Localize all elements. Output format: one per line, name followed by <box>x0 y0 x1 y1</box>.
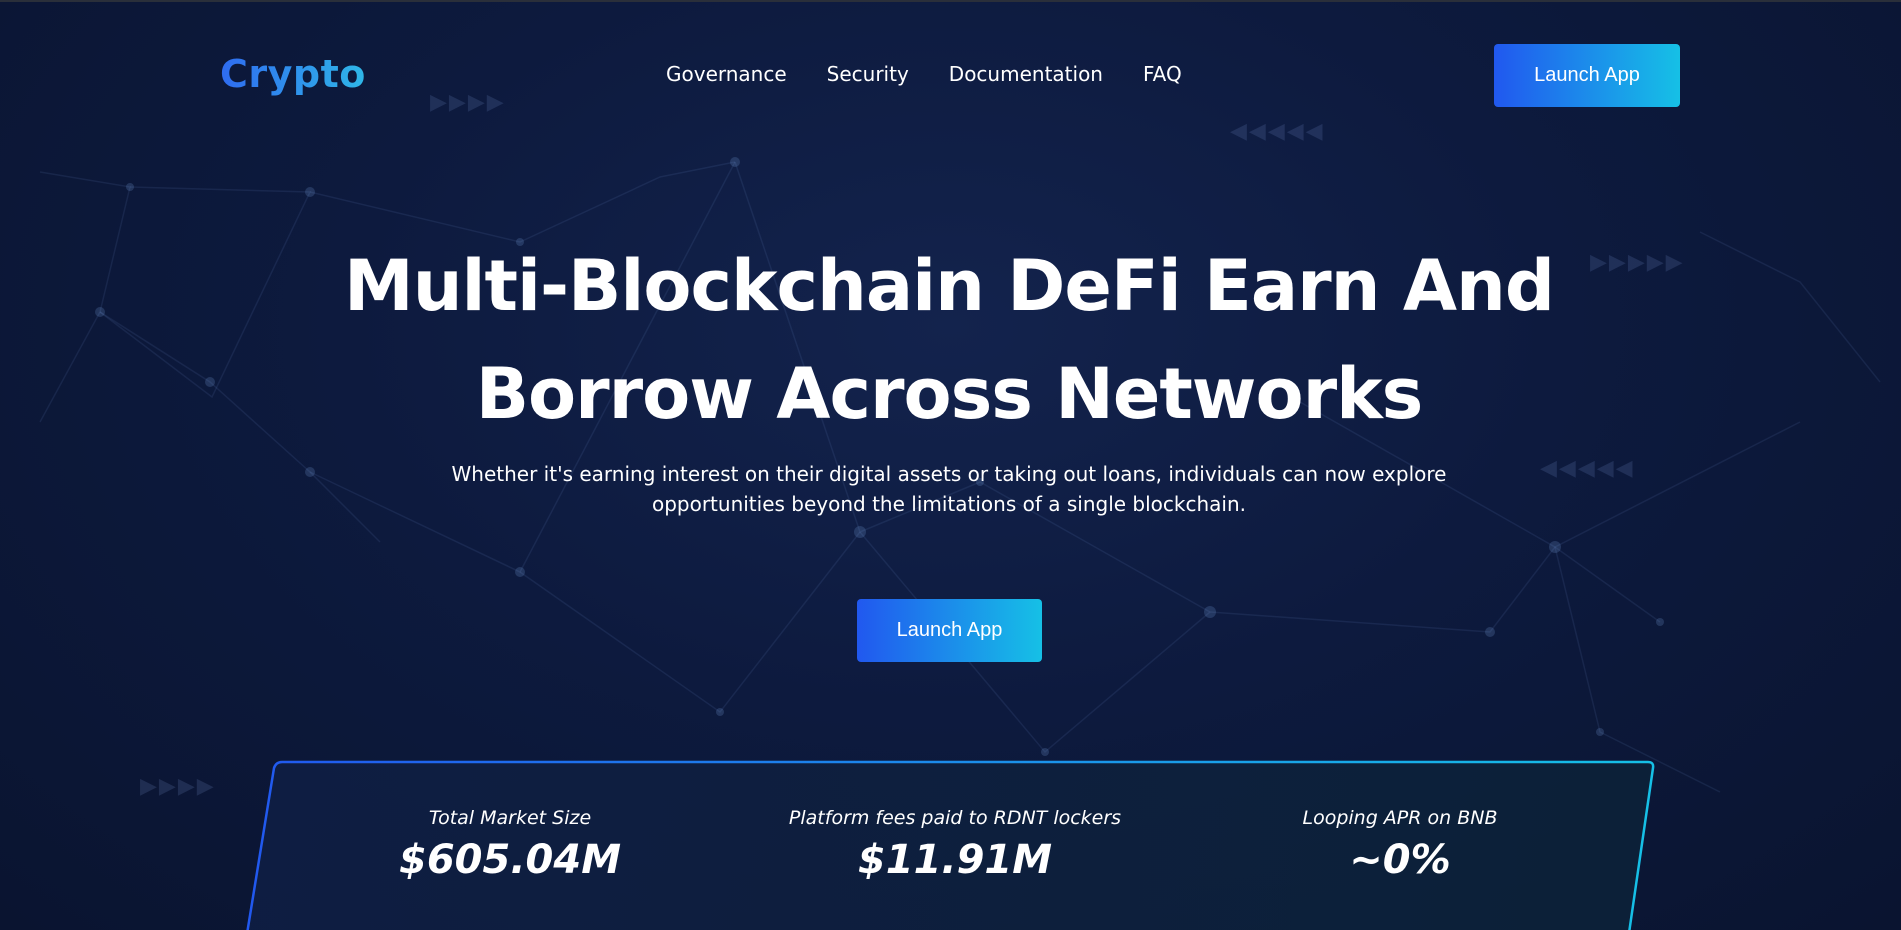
stat-looping-apr: Looping APR on BNB ~0% <box>1190 807 1610 883</box>
hero-subtitle-line-2: opportunities beyond the limitations of … <box>651 492 1247 516</box>
nav-governance[interactable]: Governance <box>666 62 787 86</box>
stat-platform-fees: Platform fees paid to RDNT lockers $11.9… <box>745 807 1165 883</box>
decorative-arrows: ▶▶▶▶ <box>430 90 506 115</box>
hero-subtitle: Whether it's earning interest on their d… <box>440 459 1458 519</box>
decorative-arrows: ◀◀◀◀◀ <box>1230 119 1325 144</box>
stat-label: Platform fees paid to RDNT lockers <box>788 807 1122 829</box>
stat-label: Total Market Size <box>428 807 592 829</box>
hero-launch-app-button[interactable]: Launch App <box>857 599 1042 662</box>
landing-page: ▶▶▶▶ ◀◀◀◀◀ ◀◀◀◀◀ ▶▶▶▶ ▶▶▶▶▶ Crypto Gover… <box>0 0 1901 930</box>
header-launch-app-button[interactable]: Launch App <box>1494 44 1680 107</box>
logo[interactable]: Crypto <box>220 52 366 96</box>
stat-value: $11.91M <box>857 837 1053 883</box>
decorative-arrows: ▶▶▶▶▶ <box>1590 250 1685 275</box>
main-nav: Governance Security Documentation FAQ <box>666 62 1182 86</box>
decorative-arrows: ▶▶▶▶ <box>140 774 216 799</box>
nav-security[interactable]: Security <box>827 62 909 86</box>
stat-total-market-size: Total Market Size $605.04M <box>300 807 720 883</box>
hero-title-line-2: Borrow Across Networks <box>475 353 1424 435</box>
hero-title-line-1: Multi-Blockchain DeFi Earn And <box>344 245 1555 327</box>
stat-value: $605.04M <box>399 837 621 883</box>
nav-faq[interactable]: FAQ <box>1143 62 1182 86</box>
stat-value: ~0% <box>1349 837 1451 883</box>
hero-subtitle-line-1: Whether it's earning interest on their d… <box>451 462 1447 486</box>
nav-documentation[interactable]: Documentation <box>949 62 1103 86</box>
hero-title: Multi-Blockchain DeFi Earn And Borrow Ac… <box>300 232 1598 448</box>
decorative-arrows: ◀◀◀◀◀ <box>1540 456 1635 481</box>
stat-label: Looping APR on BNB <box>1302 807 1498 829</box>
